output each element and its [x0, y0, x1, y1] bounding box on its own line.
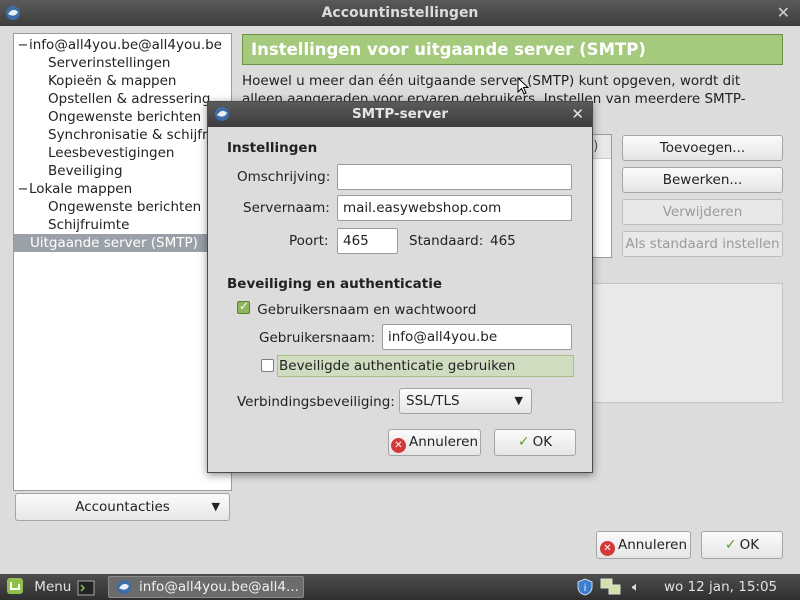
tree-item-label: Serverinstellingen	[48, 55, 171, 71]
use-auth-row[interactable]: Gebruikersnaam en wachtwoord	[237, 299, 477, 318]
chevron-down-icon: ▼	[514, 394, 523, 407]
connection-security-label: Verbindingsbeveiliging:	[237, 394, 395, 410]
tree-item-label: Ongewenste berichten	[48, 109, 202, 125]
cancel-icon: ✕	[599, 541, 615, 556]
remove-server-button[interactable]: Verwijderen	[622, 199, 783, 225]
tree-item[interactable]: Beveiliging	[14, 162, 231, 180]
tree-item-label: Lokale mappen	[29, 181, 133, 197]
checkmark-icon: ✓	[724, 537, 737, 553]
server-name-input[interactable]: mail.easywebshop.com	[337, 195, 572, 221]
tree-item[interactable]: Opstellen & adressering	[14, 90, 231, 108]
tree-item[interactable]: Uitgaande server (SMTP)	[14, 234, 231, 252]
collapse-toggle-icon[interactable]: −	[17, 181, 29, 199]
tree-item-label: Ongewenste berichten	[48, 199, 202, 215]
dialog-ok-button[interactable]: ✓ OK	[494, 429, 576, 456]
dialog-cancel-label: Annuleren	[408, 434, 479, 450]
checkmark-icon: ✓	[517, 434, 530, 450]
secure-auth-row[interactable]: Beveiligde authenticatie gebruiken	[259, 355, 574, 377]
cancel-icon: ✕	[390, 438, 406, 453]
window-close-button[interactable]: ✕	[777, 0, 790, 26]
terminal-launcher[interactable]	[77, 579, 95, 596]
dialog-close-button[interactable]: ✕	[571, 102, 584, 127]
taskbar-window-label: info@all4you.be@all4...	[139, 579, 299, 595]
tree-item-label: Schijfruimte	[48, 217, 130, 233]
secure-auth-label: Beveiligde authenticatie gebruiken	[277, 355, 574, 377]
description-label: Omschrijving:	[237, 169, 331, 185]
network-tray[interactable]	[600, 578, 622, 596]
thunderbird-icon	[117, 580, 131, 594]
tree-item[interactable]: Ongewenste berichten	[14, 198, 231, 216]
tree-item-label: Synchronisatie & schijfruimte	[48, 127, 232, 143]
connection-security-select[interactable]: SSL/TLS ▼	[399, 388, 532, 414]
shield-icon: i	[577, 578, 593, 596]
tree-item[interactable]: Schijfruimte	[14, 216, 231, 234]
description-input[interactable]	[337, 164, 572, 190]
username-label: Gebruikersnaam:	[259, 330, 376, 346]
port-label: Poort:	[289, 233, 329, 249]
tree-item-label: Opstellen & adressering	[48, 91, 211, 107]
account-actions-button[interactable]: Accountacties ▼	[15, 493, 230, 521]
main-titlebar: Accountinstellingen ✕	[0, 0, 800, 26]
use-auth-checkbox[interactable]	[237, 299, 250, 314]
network-icon	[600, 578, 621, 595]
terminal-icon	[77, 580, 95, 596]
security-section-title: Beveiliging en authenticatie	[227, 276, 442, 292]
menu-label: Menu	[34, 579, 72, 595]
server-name-label: Servernaam:	[243, 200, 330, 216]
tree-item-label: info@all4you.be@all4you.be	[29, 37, 222, 53]
tree-item[interactable]: Leesbevestigingen	[14, 144, 231, 162]
mouse-cursor-icon	[517, 77, 529, 95]
thunderbird-icon	[215, 107, 229, 121]
shield-tray[interactable]: i	[576, 578, 594, 596]
tree-item[interactable]: −Lokale mappen	[14, 180, 231, 198]
account-actions-label: Accountacties	[75, 499, 170, 515]
volume-icon: 🔈︎	[632, 580, 640, 595]
menu-button[interactable]: Menu	[6, 574, 71, 600]
smtp-server-dialog: SMTP-server ✕ Instellingen Omschrijving:…	[207, 101, 593, 473]
account-tree[interactable]: −info@all4you.be@all4you.be Serverinstell…	[13, 33, 232, 491]
edit-server-button[interactable]: Bewerken...	[622, 167, 783, 193]
smtp-panel-header: Instellingen voor uitgaande server (SMTP…	[242, 34, 783, 65]
main-cancel-button[interactable]: ✕ Annuleren	[596, 531, 691, 559]
chevron-down-icon: ▼	[211, 500, 220, 513]
default-port-value: 465	[490, 233, 516, 249]
tree-item[interactable]: Ongewenste berichten	[14, 108, 231, 126]
main-cancel-label: Annuleren	[617, 537, 688, 553]
server-details-box	[580, 283, 783, 403]
dialog-cancel-button[interactable]: ✕ Annuleren	[388, 429, 481, 456]
use-auth-label: Gebruikersnaam en wachtwoord	[257, 302, 477, 318]
port-input[interactable]: 465	[337, 228, 398, 254]
dialog-title: SMTP-server	[351, 106, 449, 122]
tree-item[interactable]: −info@all4you.be@all4you.be	[14, 36, 231, 54]
dialog-ok-label: OK	[532, 434, 553, 450]
dialog-titlebar: SMTP-server ✕	[208, 102, 592, 127]
tree-item-label: Kopieën & mappen	[48, 73, 177, 89]
clock[interactable]: wo 12 jan, 15:05 uur	[664, 574, 800, 600]
main-ok-button[interactable]: ✓ OK	[701, 531, 783, 559]
connection-security-value: SSL/TLS	[406, 393, 460, 409]
username-input[interactable]: info@all4you.be	[382, 324, 572, 350]
tree-item-label: Beveiliging	[48, 163, 123, 179]
taskbar: Menu info@all4you.be@all4... i 🔈︎ wo 12 …	[0, 574, 800, 600]
settings-section-title: Instellingen	[227, 140, 318, 156]
mint-logo-icon	[7, 578, 23, 594]
add-server-button[interactable]: Toevoegen...	[622, 135, 783, 161]
window-title: Accountinstellingen	[321, 5, 479, 21]
secure-auth-checkbox[interactable]	[261, 359, 274, 372]
thunderbird-icon	[6, 6, 20, 20]
set-default-button[interactable]: Als standaard instellen	[622, 231, 783, 257]
tree-item-label: Leesbevestigingen	[48, 145, 175, 161]
volume-tray[interactable]: 🔈︎	[632, 574, 640, 600]
tree-item[interactable]: Kopieën & mappen	[14, 72, 231, 90]
main-ok-label: OK	[739, 537, 760, 553]
tree-item[interactable]: Serverinstellingen	[14, 54, 231, 72]
collapse-toggle-icon[interactable]: −	[17, 37, 29, 55]
default-port-label: Standaard:	[409, 233, 484, 249]
tree-item[interactable]: Synchronisatie & schijfruimte	[14, 126, 231, 144]
tree-item-label: Uitgaande server (SMTP)	[30, 235, 198, 251]
svg-text:i: i	[584, 583, 587, 594]
taskbar-window-button[interactable]: info@all4you.be@all4...	[108, 576, 304, 598]
